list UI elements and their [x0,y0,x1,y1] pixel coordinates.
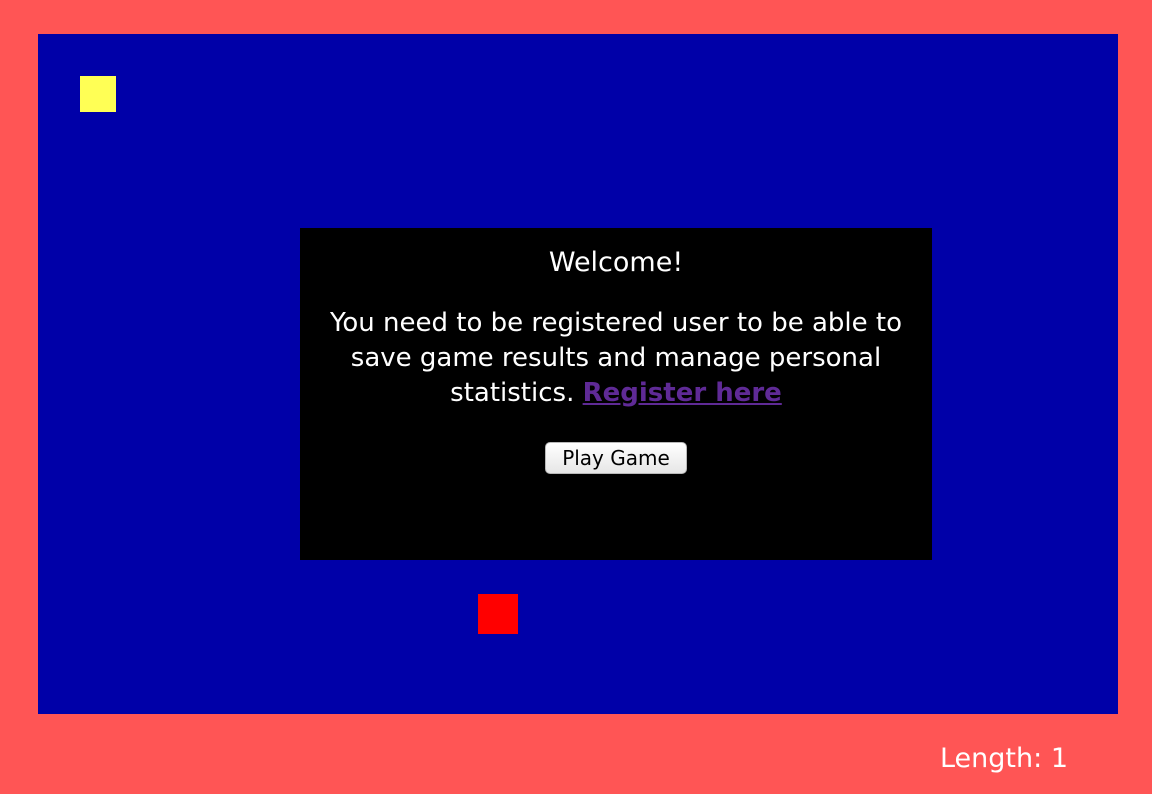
welcome-dialog: Welcome! You need to be registered user … [300,228,932,560]
register-link[interactable]: Register here [583,378,782,408]
length-label: Length: [939,743,1043,774]
play-game-button[interactable]: Play Game [545,442,687,474]
dialog-message: You need to be registered user to be abl… [316,306,916,411]
food-item [478,594,518,634]
dialog-title: Welcome! [548,247,684,278]
length-value: 1 [1050,743,1068,774]
snake-head [80,76,116,112]
game-board: Welcome! You need to be registered user … [38,34,1118,714]
length-readout: Length: 1 [940,741,1068,777]
